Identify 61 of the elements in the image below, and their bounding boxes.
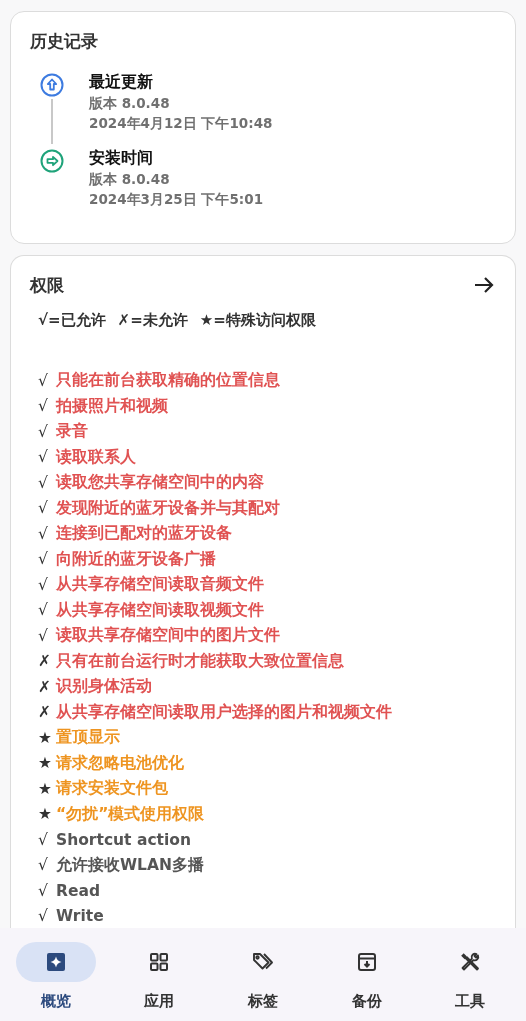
permission-text: Shortcut action [56,830,191,849]
section-title: 权限 [30,273,64,297]
version-text: 版本 8.0.48 [89,170,171,189]
nav-tab[interactable]: 工具 [425,928,516,1021]
permission-text: 从共享存储空间读取视频文件 [56,599,264,621]
permission-text: 允许接收WLAN多播 [56,854,204,876]
permission-text: 请求安装文件包 [56,778,168,800]
permission-text: “勿扰”模式使用权限 [56,803,205,825]
legend-text: ★=特殊访问权限 [199,311,316,330]
timestamp: 2024年3月25日 下午5:01 [89,190,264,209]
status-mark: ★ [38,728,53,747]
status-mark: ★ [38,805,53,824]
permission-text: 请求忽略电池优化 [56,752,184,774]
status-mark: √ [38,371,49,390]
section-title: 历史记录 [30,30,99,53]
permission-text: 读取联系人 [56,446,136,468]
legend-text: √=已允许 [38,311,106,330]
permission-text: 只有在前台运行时才能获取大致位置信息 [56,650,344,672]
permission-text: 连接到已配对的蓝牙设备 [56,523,232,545]
status-mark: √ [38,524,49,543]
status-mark: √ [38,422,49,441]
status-mark: ★ [38,779,53,798]
status-mark: √ [38,575,49,594]
nav-tab[interactable]: 标签 [218,928,308,1021]
event-title: 最近更新 [89,71,154,93]
permission-text: 发现附近的蓝牙设备并与其配对 [56,497,280,519]
permission-text: 向附近的蓝牙设备广播 [56,548,216,570]
permission-text: 拍摄照片和视频 [56,395,168,417]
status-mark: ★ [38,754,53,773]
timeline-line [51,99,53,144]
status-mark: √ [38,397,49,416]
permission-text: 从共享存储空间读取用户选择的图片和视频文件 [56,701,392,723]
permission-text: 读取共享存储空间中的图片文件 [56,625,280,647]
status-mark: √ [38,550,49,569]
status-mark: √ [38,856,49,875]
status-mark: √ [38,473,49,492]
permission-text: 置顶显示 [56,727,120,749]
status-mark: √ [38,626,49,645]
nav-tab[interactable]: 概览 [10,928,101,1021]
legend-text: ✗=未允许 [117,311,188,330]
status-mark: ✗ [38,677,52,696]
status-mark: √ [38,601,49,620]
nav-tab[interactable]: 备份 [321,928,412,1021]
event-title: 安装时间 [89,147,154,169]
nav-tab[interactable]: 应用 [114,928,205,1021]
status-mark: √ [38,448,49,467]
permission-text: Write [56,907,104,926]
timestamp: 2024年4月12日 下午10:48 [89,114,273,133]
status-mark: ✗ [38,652,52,671]
permission-text: 只能在前台获取精确的位置信息 [56,370,280,392]
permission-text: 录音 [56,421,88,443]
status-mark: ✗ [38,703,52,722]
permission-text: Read [56,881,100,900]
status-mark: √ [38,830,49,849]
permission-text: 识别身体活动 [56,676,152,698]
status-mark: √ [38,907,49,926]
permission-text: 读取您共享存储空间中的内容 [56,472,264,494]
status-mark: √ [38,881,49,900]
version-text: 版本 8.0.48 [89,94,171,113]
status-mark: √ [38,499,49,518]
permission-text: 从共享存储空间读取音频文件 [56,574,264,596]
